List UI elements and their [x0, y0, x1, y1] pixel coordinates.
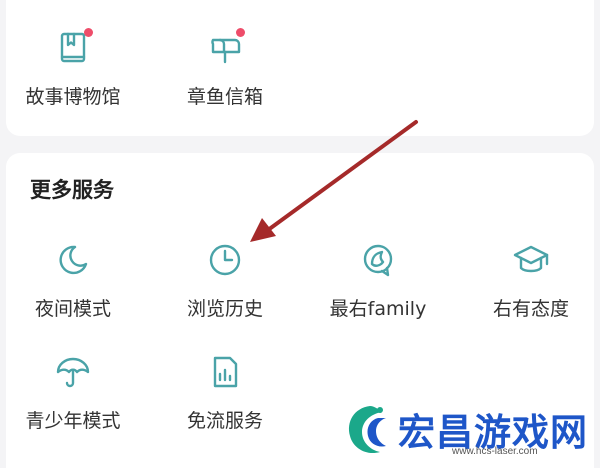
free-data-entry[interactable]: 免流服务 — [160, 352, 290, 433]
octopus-mailbox-label: 章鱼信箱 — [186, 86, 263, 108]
attitude-entry[interactable]: 右有态度 — [466, 240, 596, 321]
sim-card-icon — [205, 352, 245, 392]
teen-mode-entry[interactable]: 青少年模式 — [8, 352, 138, 433]
story-museum-entry[interactable]: 故事博物馆 — [8, 28, 138, 109]
attitude-label: 右有态度 — [492, 298, 569, 320]
museum-book-icon — [53, 28, 93, 68]
browse-history-label: 浏览历史 — [186, 298, 263, 320]
graduation-cap-icon — [511, 240, 551, 280]
teen-mode-label: 青少年模式 — [25, 410, 121, 432]
family-icon — [358, 240, 398, 280]
browse-history-entry[interactable]: 浏览历史 — [160, 240, 290, 321]
watermark-logo-icon — [348, 406, 386, 454]
clock-icon — [205, 240, 245, 280]
story-museum-label: 故事博物馆 — [25, 86, 121, 108]
night-mode-label: 夜间模式 — [34, 298, 111, 320]
octopus-mailbox-badge — [236, 28, 245, 37]
mailbox-icon — [205, 28, 245, 68]
umbrella-icon — [53, 352, 93, 392]
story-museum-badge — [84, 28, 93, 37]
free-data-label: 免流服务 — [186, 410, 263, 432]
site-watermark: 宏昌游戏网 www.hcs-laser.com — [340, 400, 592, 462]
zuiyou-family-label: 最右family — [329, 298, 427, 320]
octopus-mailbox-entry[interactable]: 章鱼信箱 — [160, 28, 290, 109]
zuiyou-family-entry[interactable]: 最右family — [313, 240, 443, 321]
night-mode-entry[interactable]: 夜间模式 — [8, 240, 138, 321]
more-services-title: 更多服务 — [30, 178, 114, 202]
watermark-url: www.hcs-laser.com — [452, 446, 538, 457]
moon-icon — [53, 240, 93, 280]
